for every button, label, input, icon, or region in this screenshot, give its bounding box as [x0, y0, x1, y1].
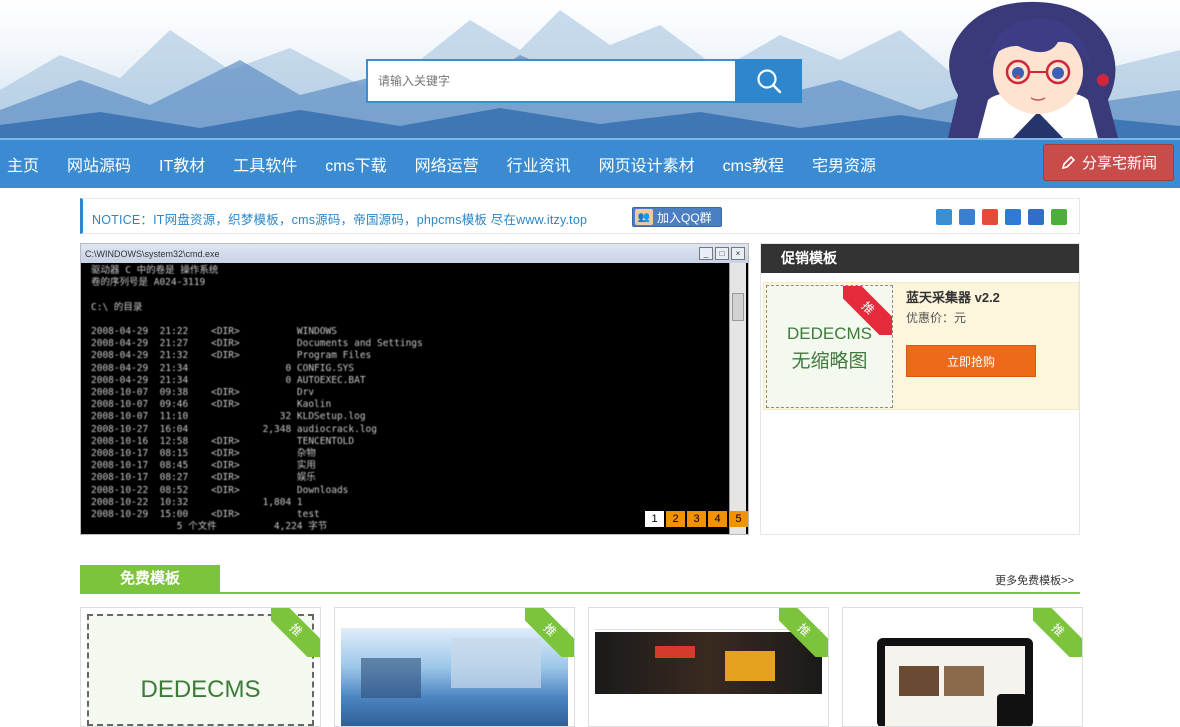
slider-page-1[interactable]: 1	[645, 511, 664, 527]
free-templates-title: 免费模板	[80, 565, 220, 593]
buy-now-button[interactable]: 立即抢购	[906, 345, 1036, 377]
cmd-line	[91, 314, 718, 326]
nav-item-cms-download[interactable]: cms下载	[311, 152, 400, 176]
nav-item-web-design[interactable]: 网页设计素材	[585, 152, 709, 176]
cmd-line: 2008-10-17 08:45 <DIR> 实用	[91, 460, 316, 472]
share-icons	[936, 209, 1067, 225]
cmd-line: 2008-04-29 21:22 <DIR> WINDOWS	[91, 326, 337, 338]
template-tile[interactable]: 推	[588, 607, 829, 727]
promo-price: 优惠价：元	[906, 311, 967, 325]
nav-item-otaku[interactable]: 宅男资源	[798, 152, 890, 176]
cmd-line: 5 个文件 4,224 字节	[91, 521, 328, 533]
slider-page-4[interactable]: 4	[708, 511, 727, 527]
cmd-line: 2008-10-17 08:27 <DIR> 娱乐	[91, 472, 316, 484]
template-tile[interactable]: 推	[842, 607, 1083, 727]
pencil-icon	[1061, 155, 1076, 169]
share-news-button[interactable]: 分享宅新闻	[1043, 144, 1174, 181]
promo-title[interactable]: 蓝天采集器 v2.2	[906, 287, 1000, 306]
cmd-line: 2008-10-17 08:15 <DIR> 杂物	[91, 448, 316, 460]
cmd-line: 2008-04-29 21:27 <DIR> Documents and Set…	[91, 338, 423, 350]
anime-mascot-image	[948, 1, 1118, 138]
share-news-label: 分享宅新闻	[1081, 155, 1157, 172]
share-more-icon[interactable]	[936, 209, 952, 225]
search-button[interactable]	[735, 59, 802, 103]
header-banner	[0, 0, 1180, 138]
cmd-line: 2008-10-22 10:32 1,804 1	[91, 496, 303, 508]
cmd-line: 2008-04-29 21:32 <DIR> Program Files	[91, 350, 372, 362]
recommend-badge: 推	[843, 286, 892, 335]
promo-card: DEDECMS 无缩略图 推 蓝天采集器 v2.2 优惠价：元 立即抢购	[763, 282, 1079, 410]
thumb-line2: 无缩略图	[791, 351, 868, 372]
cmd-line: 2008-04-29 21:34 0 CONFIG.SYS	[91, 362, 355, 374]
cmd-line: 驱动器 C 中的卷是 操作系统	[91, 265, 219, 276]
cmd-window-titlebar: C:\WINDOWS\system32\cmd.exe _ □ ×	[81, 244, 748, 263]
free-templates-header: 免费模板 更多免费模板>>	[80, 565, 1080, 594]
share-renren-icon[interactable]	[1028, 209, 1044, 225]
promo-header: 促销模板	[761, 244, 1079, 273]
nav-item-home[interactable]: 主页	[0, 152, 53, 176]
qq-icon: 👥	[635, 209, 653, 225]
notice-text: NOTICE：IT网盘资源，织梦模板，cms源码，帝国源码，phpcms模板 尽…	[92, 213, 588, 227]
nav-item-web-ops[interactable]: 网络运营	[401, 152, 493, 176]
slider-page-2[interactable]: 2	[666, 511, 685, 527]
nav-item-industry-news[interactable]: 行业资讯	[493, 152, 585, 176]
share-tencent-icon[interactable]	[1005, 209, 1021, 225]
recommend-ribbon: 推	[843, 286, 892, 335]
share-qzone-icon[interactable]	[959, 209, 975, 225]
cmd-output: 驱动器 C 中的卷是 操作系统 卷的序列号是 A024-3119 C:\ 的目录 …	[81, 263, 728, 534]
template-tile[interactable]: DEDECMS 推	[80, 607, 321, 727]
nav-item-cms-tutorials[interactable]: cms教程	[709, 152, 798, 176]
recommend-badge: 推	[525, 608, 574, 657]
cmd-line: C:\ 的目录	[91, 301, 143, 313]
cmd-scrollbar	[729, 263, 746, 534]
recommend-ribbon: 推	[1033, 608, 1082, 657]
search-input[interactable]	[366, 59, 735, 103]
nav-item-tools[interactable]: 工具软件	[219, 152, 311, 176]
slider-page-5[interactable]: 5	[729, 511, 748, 527]
join-qq-label: 加入QQ群	[657, 210, 712, 225]
cmd-window-title: C:\WINDOWS\system32\cmd.exe	[85, 248, 220, 259]
main-nav: 主页 网站源码 IT教材 工具软件 cms下载 网络运营 行业资讯 网页设计素材…	[0, 138, 1180, 188]
minimize-icon: _	[699, 247, 713, 260]
nav-item-it-tutorials[interactable]: IT教材	[145, 152, 219, 176]
nav-items: 主页 网站源码 IT教材 工具软件 cms下载 网络运营 行业资讯 网页设计素材…	[0, 140, 890, 188]
more-free-templates-link[interactable]: 更多免费模板>>	[995, 572, 1074, 588]
promo-panel: 促销模板 DEDECMS 无缩略图 推 蓝天采集器 v2.2 优惠价：元 立即抢…	[760, 243, 1080, 535]
cmd-line	[91, 289, 718, 301]
maximize-icon: □	[715, 247, 729, 260]
image-slider[interactable]: C:\WINDOWS\system32\cmd.exe _ □ × 驱动器 C …	[80, 243, 749, 535]
join-qq-group-button[interactable]: 👥 加入QQ群	[632, 207, 722, 227]
search-bar	[366, 59, 802, 103]
free-template-tiles: DEDECMS 推 推 推 推	[80, 607, 1083, 727]
cmd-line: 2008-10-07 09:38 <DIR> Drv	[91, 387, 315, 399]
cmd-line: 2008-10-29 15:00 <DIR> test	[91, 509, 320, 521]
search-icon	[756, 69, 781, 94]
cmd-line: 2008-10-07 09:46 <DIR> Kaolin	[91, 399, 332, 411]
cmd-line: 2008-10-07 11:10 32 KLDSetup.log	[91, 411, 366, 423]
recommend-ribbon: 推	[779, 608, 828, 657]
cmd-line: 2008-10-22 08:52 <DIR> Downloads	[91, 484, 349, 496]
notice-bar: NOTICE：IT网盘资源，织梦模板，cms源码，帝国源码，phpcms模板 尽…	[80, 198, 1080, 234]
share-wechat-icon[interactable]	[1051, 209, 1067, 225]
recommend-badge: 推	[271, 608, 320, 657]
window-controls: _ □ ×	[699, 247, 748, 260]
slider-pager: 12345	[645, 511, 748, 527]
cmd-line: 卷的序列号是 A024-3119	[91, 277, 206, 289]
recommend-ribbon: 推	[271, 608, 320, 657]
promo-thumbnail[interactable]: DEDECMS 无缩略图 推	[766, 285, 893, 408]
template-tile[interactable]: 推	[334, 607, 575, 727]
recommend-badge: 推	[1033, 608, 1082, 657]
recommend-badge: 推	[779, 608, 828, 657]
recommend-ribbon: 推	[525, 608, 574, 657]
cmd-line: 2008-10-16 12:58 <DIR> TENCENTOLD	[91, 435, 355, 447]
share-weibo-icon[interactable]	[982, 209, 998, 225]
cmd-line: 2008-10-27 16:04 2,348 audiocrack.log	[91, 423, 377, 435]
nav-item-site-source[interactable]: 网站源码	[53, 152, 145, 176]
close-icon: ×	[731, 247, 745, 260]
cmd-line: 2008-04-29 21:34 0 AUTOEXEC.BAT	[91, 374, 366, 386]
slider-page-3[interactable]: 3	[687, 511, 706, 527]
